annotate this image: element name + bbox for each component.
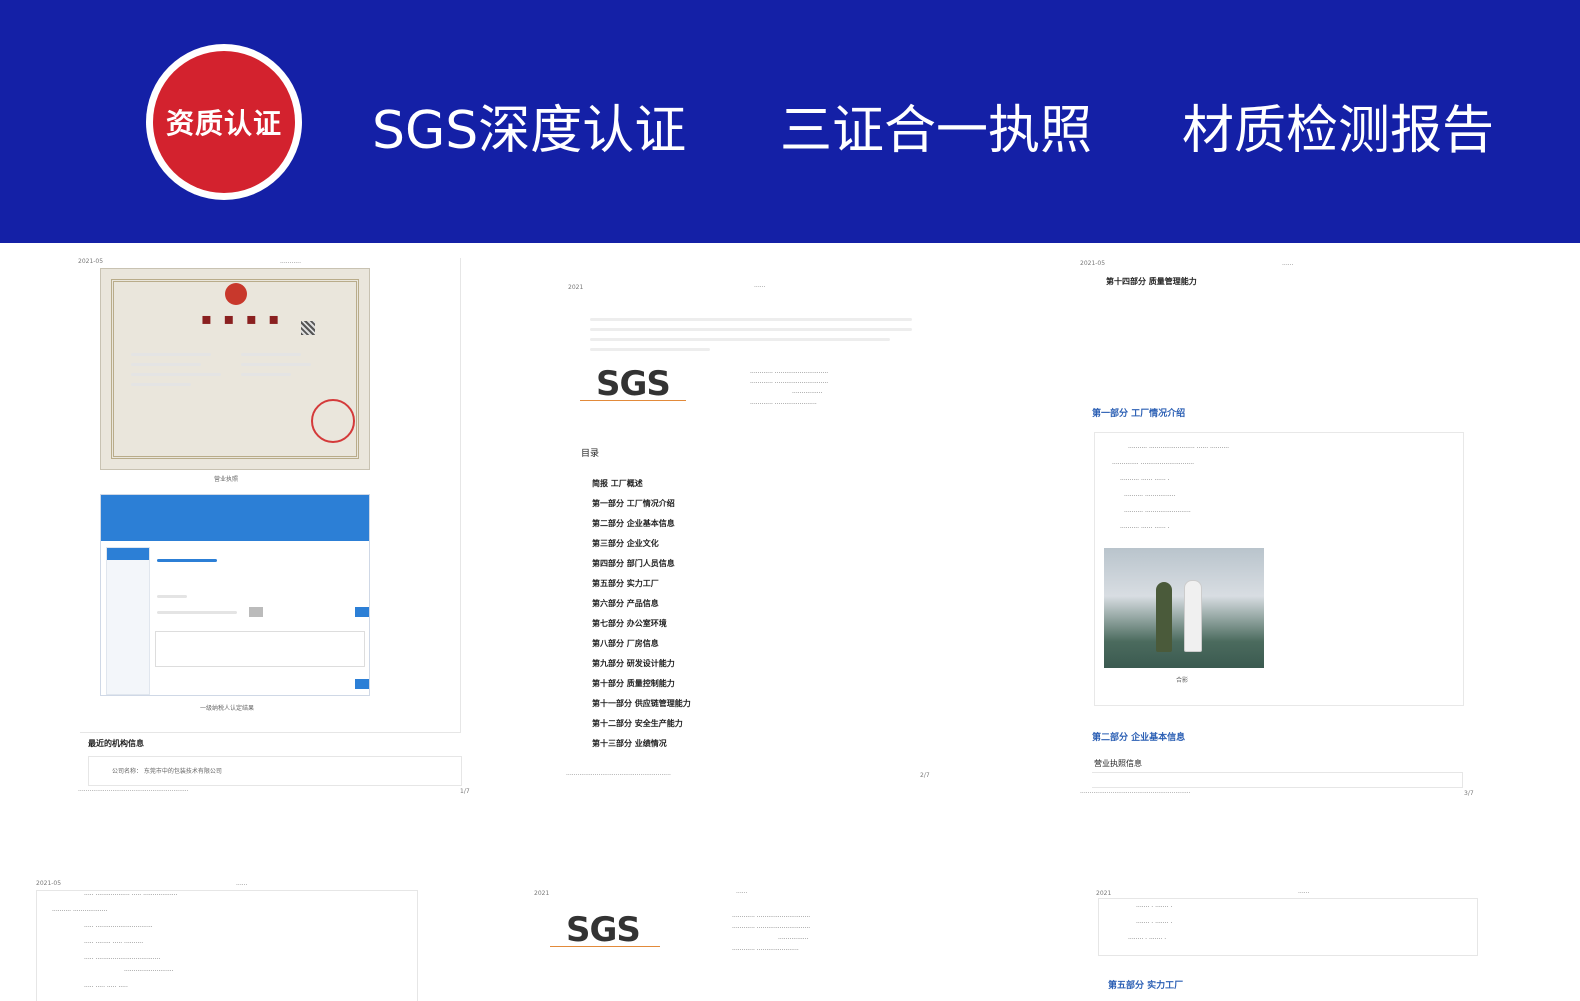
banner-title-sgs: SGS深度认证 <box>372 101 687 161</box>
toc-item[interactable]: 第六部分 产品信息 <box>592 598 659 609</box>
toc-item[interactable]: 第十二部分 安全生产能力 <box>592 718 683 729</box>
web-caption: 一级纳税人认定结果 <box>200 705 255 712</box>
page-footer-number: 1/7 <box>460 788 470 795</box>
toc-item[interactable]: 第八部分 厂房信息 <box>592 638 659 649</box>
toc-item[interactable]: 第七部分 办公室环境 <box>592 618 667 629</box>
section-heading-enterprise: 第二部分 企业基本信息 <box>1092 733 1186 743</box>
red-seal-icon <box>311 399 355 443</box>
sgs-address-block: ············ ···························… <box>750 370 829 377</box>
page-header-date: 2021-05 <box>78 258 104 265</box>
company-field: 公司名称： 东莞市中的包装技术有限公司 <box>112 768 222 775</box>
national-emblem-icon <box>225 283 247 305</box>
banner-title-license: 三证合一执照 <box>780 101 1093 161</box>
toc-item[interactable]: 第五部分 实力工厂 <box>592 578 659 589</box>
toc-item[interactable]: 第九部分 研发设计能力 <box>592 658 675 669</box>
toc-item[interactable]: 第十部分 质量控制能力 <box>592 678 675 689</box>
business-license-image: ▪ ▪ ▪ ▪ <box>100 268 370 470</box>
page-footer-number: 2/7 <box>920 772 930 779</box>
sgs-logo-bottom: SGS <box>566 910 641 950</box>
page-header-date: 2021 <box>568 284 584 291</box>
tax-website-screenshot <box>100 494 370 696</box>
qualification-badge: 资质认证 <box>146 44 302 200</box>
page-header-title: ······ <box>754 284 766 291</box>
toc-item[interactable]: 第十三部分 业绩情况 <box>592 738 667 749</box>
toc-item[interactable]: 第二部分 企业基本信息 <box>592 518 675 529</box>
header-banner: 资质认证 SGS深度认证 三证合一执照 材质检测报告 <box>0 0 1580 243</box>
factory-team-photo <box>1104 548 1264 668</box>
subsection-license-info: 营业执照信息 <box>1094 759 1142 768</box>
page-footer-url: ········································… <box>566 772 671 779</box>
toc-title: 目录 <box>581 449 600 459</box>
section-title-agency: 最近的机构信息 <box>88 739 144 748</box>
page-header-date: 2021-05 <box>1080 260 1106 267</box>
page-footer-number: 3/7 <box>1464 790 1474 797</box>
page-footer-url: ········································… <box>78 788 189 795</box>
toc-item[interactable]: 简报 工厂概述 <box>592 478 643 489</box>
section-heading-strength-factory: 第五部分 实力工厂 <box>1108 981 1184 991</box>
toc-item[interactable]: 第三部分 企业文化 <box>592 538 659 549</box>
toc-item[interactable]: 第一部分 工厂情况介绍 <box>592 498 675 509</box>
page-header-title: ··········· <box>280 260 301 267</box>
section-heading-quality: 第十四部分 质量管理能力 <box>1106 277 1197 286</box>
banner-title-report: 材质检测报告 <box>1182 101 1495 161</box>
page-footer-url: ········································… <box>1080 790 1191 797</box>
page-header-date: 2021-05 <box>36 880 62 887</box>
sgs-logo: SGS <box>596 364 671 404</box>
badge-label: 资质认证 <box>153 51 295 193</box>
license-heading: ▪ ▪ ▪ ▪ <box>201 309 283 328</box>
page-header-title: ······ <box>1282 262 1294 269</box>
license-caption: 营业执照 <box>214 476 239 483</box>
toc-item[interactable]: 第四部分 部门人员信息 <box>592 558 675 569</box>
photo-caption: 合影 <box>1176 677 1189 684</box>
section-heading-factory: 第一部分 工厂情况介绍 <box>1092 409 1186 419</box>
toc-item[interactable]: 第十一部分 供应链管理能力 <box>592 698 691 709</box>
qr-code-icon <box>301 321 315 335</box>
